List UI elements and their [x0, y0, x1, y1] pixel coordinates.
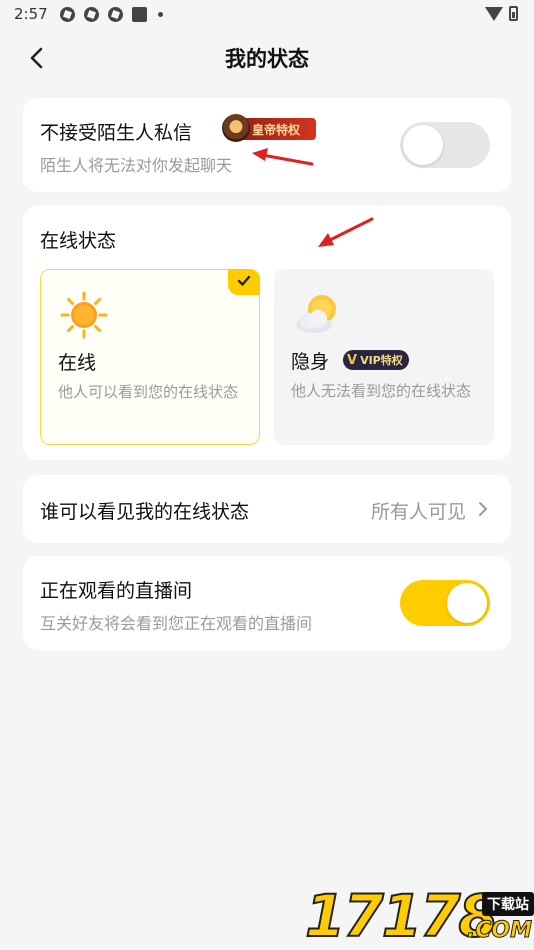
online-option[interactable]: 在线 他人可以看到您的在线状态 — [40, 269, 260, 445]
visibility-title: 谁可以看见我的在线状态 — [40, 501, 250, 523]
back-button[interactable] — [24, 44, 52, 72]
stranger-dm-title: 不接受陌生人私信 — [40, 122, 193, 144]
sun-icon — [60, 291, 108, 339]
watching-live-title: 正在观看的直播间 — [40, 580, 193, 602]
emperor-badge-label: 皇帝特权 — [252, 122, 301, 137]
online-status-title: 在线状态 — [40, 230, 117, 252]
wifi-icon — [485, 6, 503, 21]
visibility-setting-row[interactable]: 谁可以看见我的在线状态 所有人可见 — [23, 475, 511, 543]
more-notifications-icon — [157, 11, 163, 17]
stranger-dm-toggle[interactable] — [400, 122, 490, 168]
toggle-knob — [447, 583, 487, 623]
vip-badge-label: VIP特权 — [360, 354, 403, 367]
vip-v-icon: V — [347, 352, 358, 368]
battery-icon — [509, 6, 518, 21]
watching-live-subtitle: 互关好友将会看到您正在观看的直播间 — [40, 614, 313, 633]
notification-icon — [59, 6, 75, 22]
stranger-dm-subtitle: 陌生人将无法对你发起聊天 — [40, 156, 233, 175]
chevron-left-icon — [30, 47, 43, 69]
emperor-privilege-badge: 皇帝特权 — [222, 114, 316, 142]
watching-live-toggle[interactable] — [400, 580, 490, 626]
app-notification-icon — [131, 6, 147, 22]
header: 我的状态 — [0, 36, 534, 80]
status-bar: 2:57 — [0, 0, 534, 28]
check-icon — [237, 275, 251, 286]
status-right — [485, 6, 518, 21]
cloud-sun-icon — [296, 295, 336, 333]
online-option-desc: 他人可以看到您的在线状态 — [58, 383, 239, 401]
invisible-option[interactable]: 隐身 V VIP特权 他人无法看到您的在线状态 — [274, 269, 494, 445]
online-option-label: 在线 — [58, 352, 97, 374]
online-status-card: 在线状态 在线 他人可以看到您的在线状态 隐身 V VIP特权 他人无法看到您的… — [23, 206, 511, 460]
notification-icon — [83, 6, 99, 22]
watermark-logo: 17178 下载站 .COM — [304, 881, 534, 950]
stranger-dm-card: 不接受陌生人私信 皇帝特权 陌生人将无法对你发起聊天 — [23, 98, 511, 192]
status-time: 2:57 — [14, 5, 48, 23]
watermark-tag: 下载站 — [482, 892, 534, 916]
visibility-value: 所有人可见 — [370, 501, 466, 523]
invisible-option-desc: 他人无法看到您的在线状态 — [291, 382, 472, 400]
toggle-knob — [403, 125, 443, 165]
emperor-crest-icon — [222, 114, 250, 142]
chevron-right-icon — [479, 502, 487, 516]
page-title: 我的状态 — [225, 47, 309, 71]
watermark-suffix: .COM — [466, 918, 532, 944]
notification-icon — [107, 6, 123, 22]
selected-check-badge — [228, 269, 260, 295]
invisible-option-label: 隐身 — [291, 351, 330, 373]
vip-privilege-badge: V VIP特权 — [343, 350, 409, 370]
watching-live-card: 正在观看的直播间 互关好友将会看到您正在观看的直播间 — [23, 556, 511, 650]
